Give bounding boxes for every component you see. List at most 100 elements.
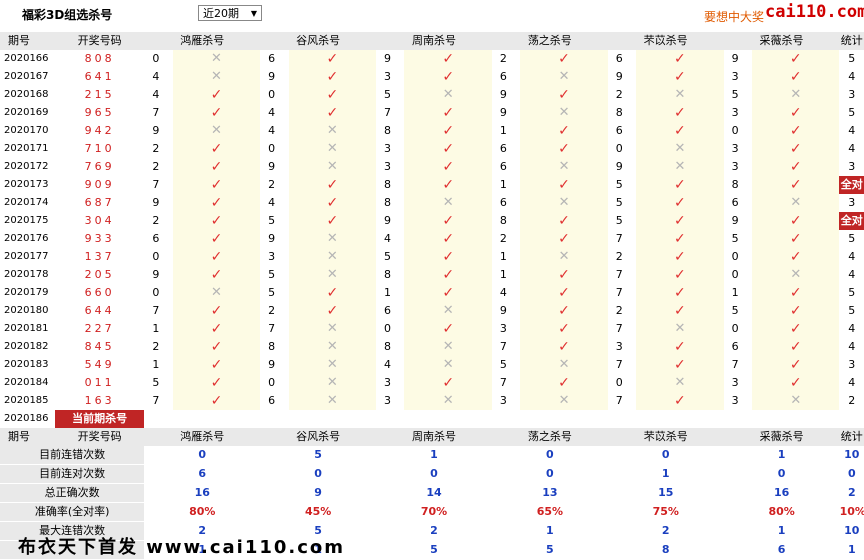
kill-number: 9 [268, 70, 276, 83]
table-row: 2020179 660 0 ✕ 5 ✓ 1 ✓ 4 ✓ 7 ✓ 1 ✓ 5 [0, 284, 864, 302]
kill-number: 9 [268, 358, 276, 371]
check-icon: ✓ [520, 50, 608, 68]
check-icon: ✓ [172, 212, 261, 230]
check-icon: ✓ [404, 104, 492, 122]
kill-number: 0 [731, 268, 739, 281]
check-icon: ✓ [404, 284, 492, 302]
stats-value: 65% [491, 502, 608, 522]
row-statistic: 4 [848, 142, 856, 155]
kill-number: 7 [268, 322, 276, 335]
period-number: 2020178 [4, 269, 49, 280]
kill-number: 1 [152, 358, 160, 371]
check-icon: ✓ [752, 212, 840, 230]
blank-cell [520, 410, 608, 428]
check-icon: ✓ [752, 176, 840, 194]
stats-header: 期号 开奖号码 鸿雁杀号 谷风杀号 周南杀号 荡之杀号 芣苡杀号 采薇杀号 统计 [0, 428, 864, 446]
period-number: 2020182 [4, 341, 49, 352]
kill-number: 5 [152, 376, 160, 389]
draw-number: 845 [84, 340, 115, 353]
check-icon: ✓ [636, 68, 724, 86]
draw-number: 205 [84, 268, 115, 281]
cross-icon: ✕ [636, 86, 724, 104]
kill-number: 4 [384, 232, 392, 245]
row-statistic: 5 [848, 106, 856, 119]
check-icon: ✓ [752, 338, 840, 356]
column-header: 芣苡杀号 [607, 428, 724, 446]
kill-number: 6 [615, 52, 623, 65]
stats-value: 2 [376, 521, 492, 541]
table-row: 2020172 769 2 ✓ 9 ✕ 3 ✓ 6 ✕ 9 ✕ 3 ✓ 3 [0, 158, 864, 176]
current-period-row: 2020186 当前期杀号 1 7 0 6 9 2 [0, 410, 864, 428]
cross-icon: ✕ [404, 338, 492, 356]
kill-number: 1 [499, 178, 507, 191]
kill-number: 4 [268, 196, 276, 209]
current-kill-number: 7 [260, 410, 289, 428]
draw-number: 227 [84, 322, 115, 335]
kill-number: 7 [615, 232, 623, 245]
kill-number: 3 [384, 394, 392, 407]
period-range-select[interactable]: 近20期 ▼ [198, 5, 262, 21]
row-statistic: 3 [848, 88, 856, 101]
kill-number: 3 [731, 376, 739, 389]
blank-cell [404, 410, 492, 428]
check-icon: ✓ [288, 104, 377, 122]
kill-number: 3 [268, 250, 276, 263]
stats-value: 10% [839, 502, 864, 522]
current-kill-number: 0 [376, 410, 405, 428]
check-icon: ✓ [172, 266, 261, 284]
draw-number: 808 [84, 52, 115, 65]
row-statistic: 4 [848, 124, 856, 137]
cross-icon: ✕ [288, 338, 377, 356]
period-number: 2020176 [4, 233, 49, 244]
cross-icon: ✕ [520, 68, 608, 86]
column-header: 开奖号码 [54, 428, 145, 446]
kill-number: 7 [731, 358, 739, 371]
check-icon: ✓ [288, 176, 377, 194]
kill-number: 4 [499, 286, 507, 299]
check-icon: ✓ [288, 86, 377, 104]
period-number: 2020166 [4, 53, 49, 64]
stats-value: 1 [723, 521, 840, 541]
stats-value: 10 [839, 446, 864, 465]
check-icon: ✓ [752, 104, 840, 122]
stats-value: 0 [491, 464, 608, 484]
column-header: 开奖号码 [54, 32, 145, 50]
promo-text[interactable]: 要想中大奖 [704, 8, 764, 25]
check-icon: ✓ [636, 392, 724, 410]
kill-number: 3 [615, 340, 623, 353]
cross-icon: ✕ [404, 194, 492, 212]
kill-number: 7 [152, 178, 160, 191]
column-header: 鸿雁杀号 [144, 32, 261, 50]
brand-logo[interactable]: cai110.com [765, 2, 864, 22]
cross-icon: ✕ [288, 230, 377, 248]
row-statistic: 5 [848, 52, 856, 65]
check-icon: ✓ [172, 104, 261, 122]
draw-number: 644 [84, 304, 115, 317]
check-icon: ✓ [172, 86, 261, 104]
check-icon: ✓ [172, 248, 261, 266]
column-header: 统计 [839, 32, 864, 50]
check-icon: ✓ [172, 356, 261, 374]
check-icon: ✓ [172, 320, 261, 338]
check-icon: ✓ [288, 194, 377, 212]
stats-row: 目前连对次数 6 0 0 0 1 0 0 [0, 464, 864, 484]
check-icon: ✓ [752, 356, 840, 374]
row-statistic: 5 [848, 304, 856, 317]
stats-value: 1 [376, 446, 492, 465]
top-bar: 福彩3D组选杀号 近20期 ▼ 要想中大奖 cai110.com [0, 0, 864, 30]
kill-number: 2 [615, 88, 623, 101]
stats-row: 总正确次数 16 9 14 13 15 16 2 [0, 483, 864, 503]
kill-number: 0 [615, 142, 623, 155]
column-header: 期号 [0, 428, 55, 446]
table-row: 2020183 549 1 ✓ 9 ✕ 4 ✕ 5 ✕ 7 ✓ 7 ✓ 3 [0, 356, 864, 374]
stats-value: 16 [723, 483, 840, 503]
check-icon: ✓ [172, 194, 261, 212]
kill-number: 7 [499, 376, 507, 389]
blank-cell [288, 410, 377, 428]
stats-value: 75% [607, 502, 724, 522]
stats-value: 6 [144, 464, 261, 484]
kill-number: 8 [384, 178, 392, 191]
kill-number: 5 [731, 88, 739, 101]
kill-number: 9 [268, 160, 276, 173]
cross-icon: ✕ [288, 140, 377, 158]
